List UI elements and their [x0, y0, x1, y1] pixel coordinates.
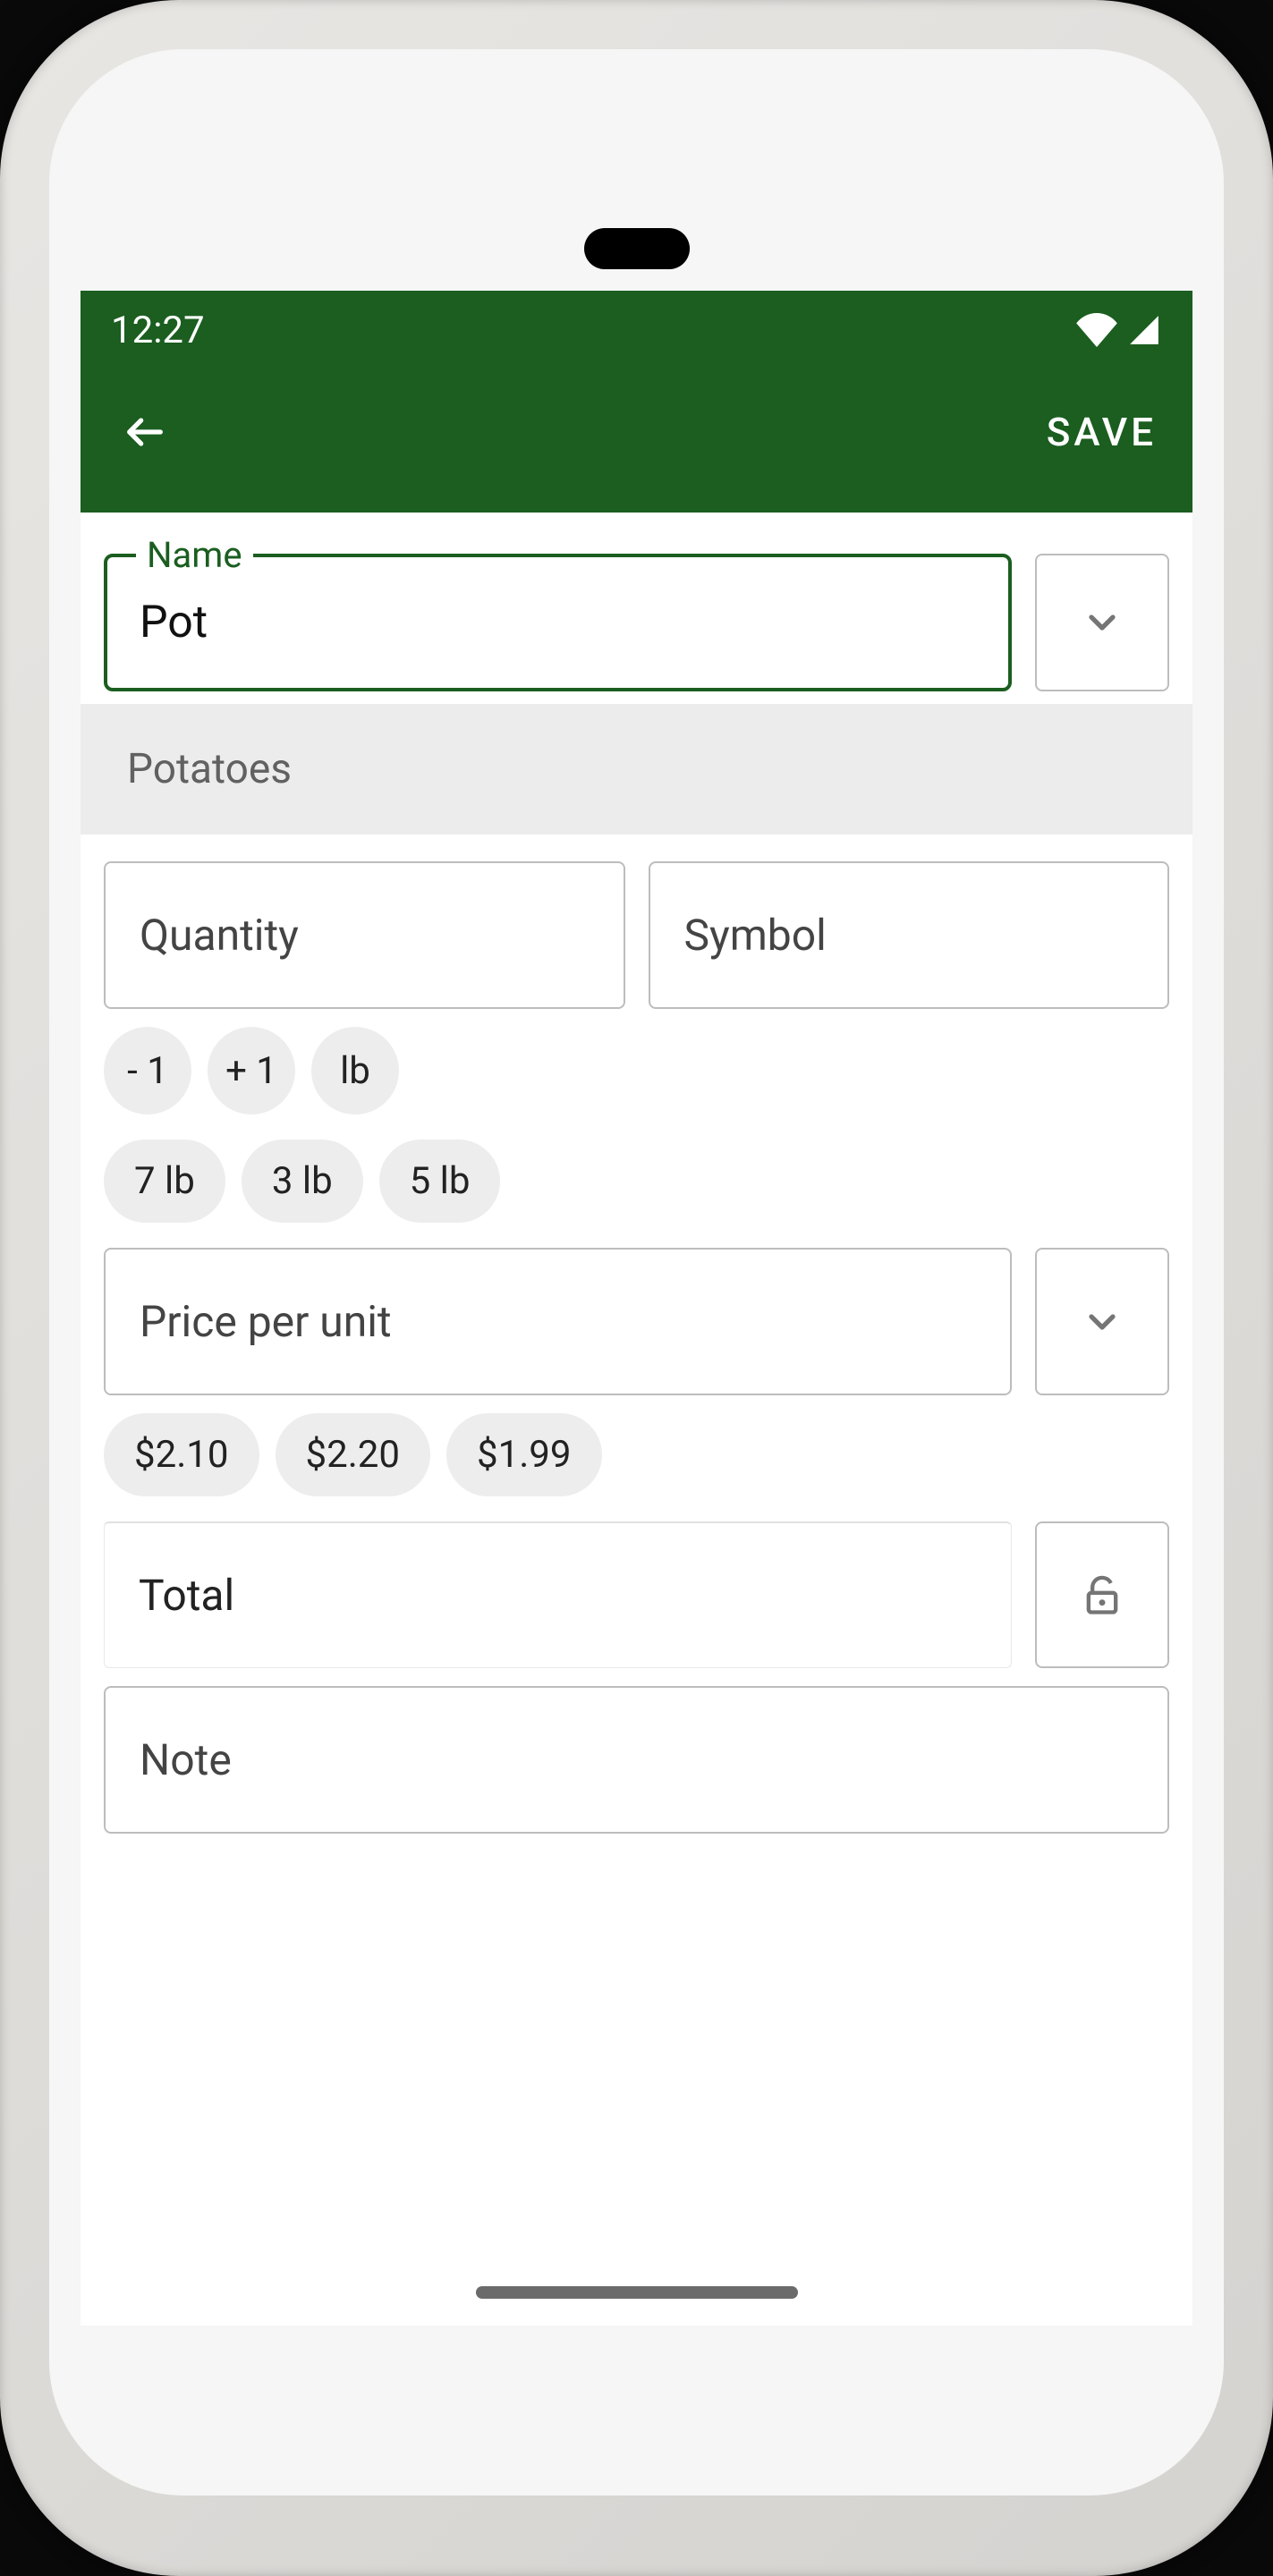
status-time: 12:27	[111, 309, 205, 352]
arrow-left-icon	[122, 409, 168, 455]
price-dropdown-button[interactable]	[1035, 1248, 1169, 1395]
price-chip-row: $2.10 $2.20 $1.99	[104, 1413, 1169, 1496]
name-label: Name	[136, 534, 253, 576]
chip-minus-1[interactable]: - 1	[104, 1027, 191, 1114]
unlock-icon	[1079, 1572, 1125, 1618]
quantity-chip-row-1: - 1 + 1 lb	[104, 1027, 1169, 1114]
back-button[interactable]	[116, 403, 174, 461]
quantity-input[interactable]: Quantity	[104, 861, 625, 1009]
chip-price-2[interactable]: $2.20	[276, 1413, 431, 1496]
total-lock-button[interactable]	[1035, 1521, 1169, 1668]
name-field-wrap: Name Pot	[104, 554, 1012, 691]
content: Name Pot Potatoes Quantity Symbol - 1 + …	[81, 513, 1192, 1834]
screen: 12:27 SAVE Name Pot	[81, 291, 1192, 2326]
chevron-down-icon	[1081, 601, 1124, 644]
chip-plus-1[interactable]: + 1	[208, 1027, 295, 1114]
chip-3lb[interactable]: 3 lb	[242, 1140, 363, 1223]
cellular-icon	[1126, 313, 1162, 347]
quantity-chip-row-2: 7 lb 3 lb 5 lb	[104, 1140, 1169, 1223]
wifi-icon	[1076, 313, 1117, 347]
status-bar: 12:27	[81, 291, 1192, 369]
note-input[interactable]: Note	[104, 1686, 1169, 1834]
phone-inner: 12:27 SAVE Name Pot	[49, 49, 1224, 2496]
chip-price-3[interactable]: $1.99	[446, 1413, 602, 1496]
total-input[interactable]: Total	[104, 1521, 1012, 1668]
chip-7lb[interactable]: 7 lb	[104, 1140, 225, 1223]
autocomplete-suggestion[interactable]: Potatoes	[81, 704, 1192, 835]
chip-price-1[interactable]: $2.10	[104, 1413, 259, 1496]
nav-handle[interactable]	[476, 2286, 798, 2299]
save-button[interactable]: SAVE	[1047, 409, 1157, 455]
symbol-input[interactable]: Symbol	[649, 861, 1170, 1009]
app-bar: SAVE	[81, 369, 1192, 513]
name-dropdown-button[interactable]	[1035, 554, 1169, 691]
chip-5lb[interactable]: 5 lb	[379, 1140, 501, 1223]
phone-frame: 12:27 SAVE Name Pot	[0, 0, 1273, 2576]
chevron-down-icon	[1081, 1301, 1124, 1343]
price-input[interactable]: Price per unit	[104, 1248, 1012, 1395]
chip-lb[interactable]: lb	[311, 1027, 399, 1114]
status-icons	[1076, 313, 1162, 347]
sensor-pill	[584, 228, 690, 269]
